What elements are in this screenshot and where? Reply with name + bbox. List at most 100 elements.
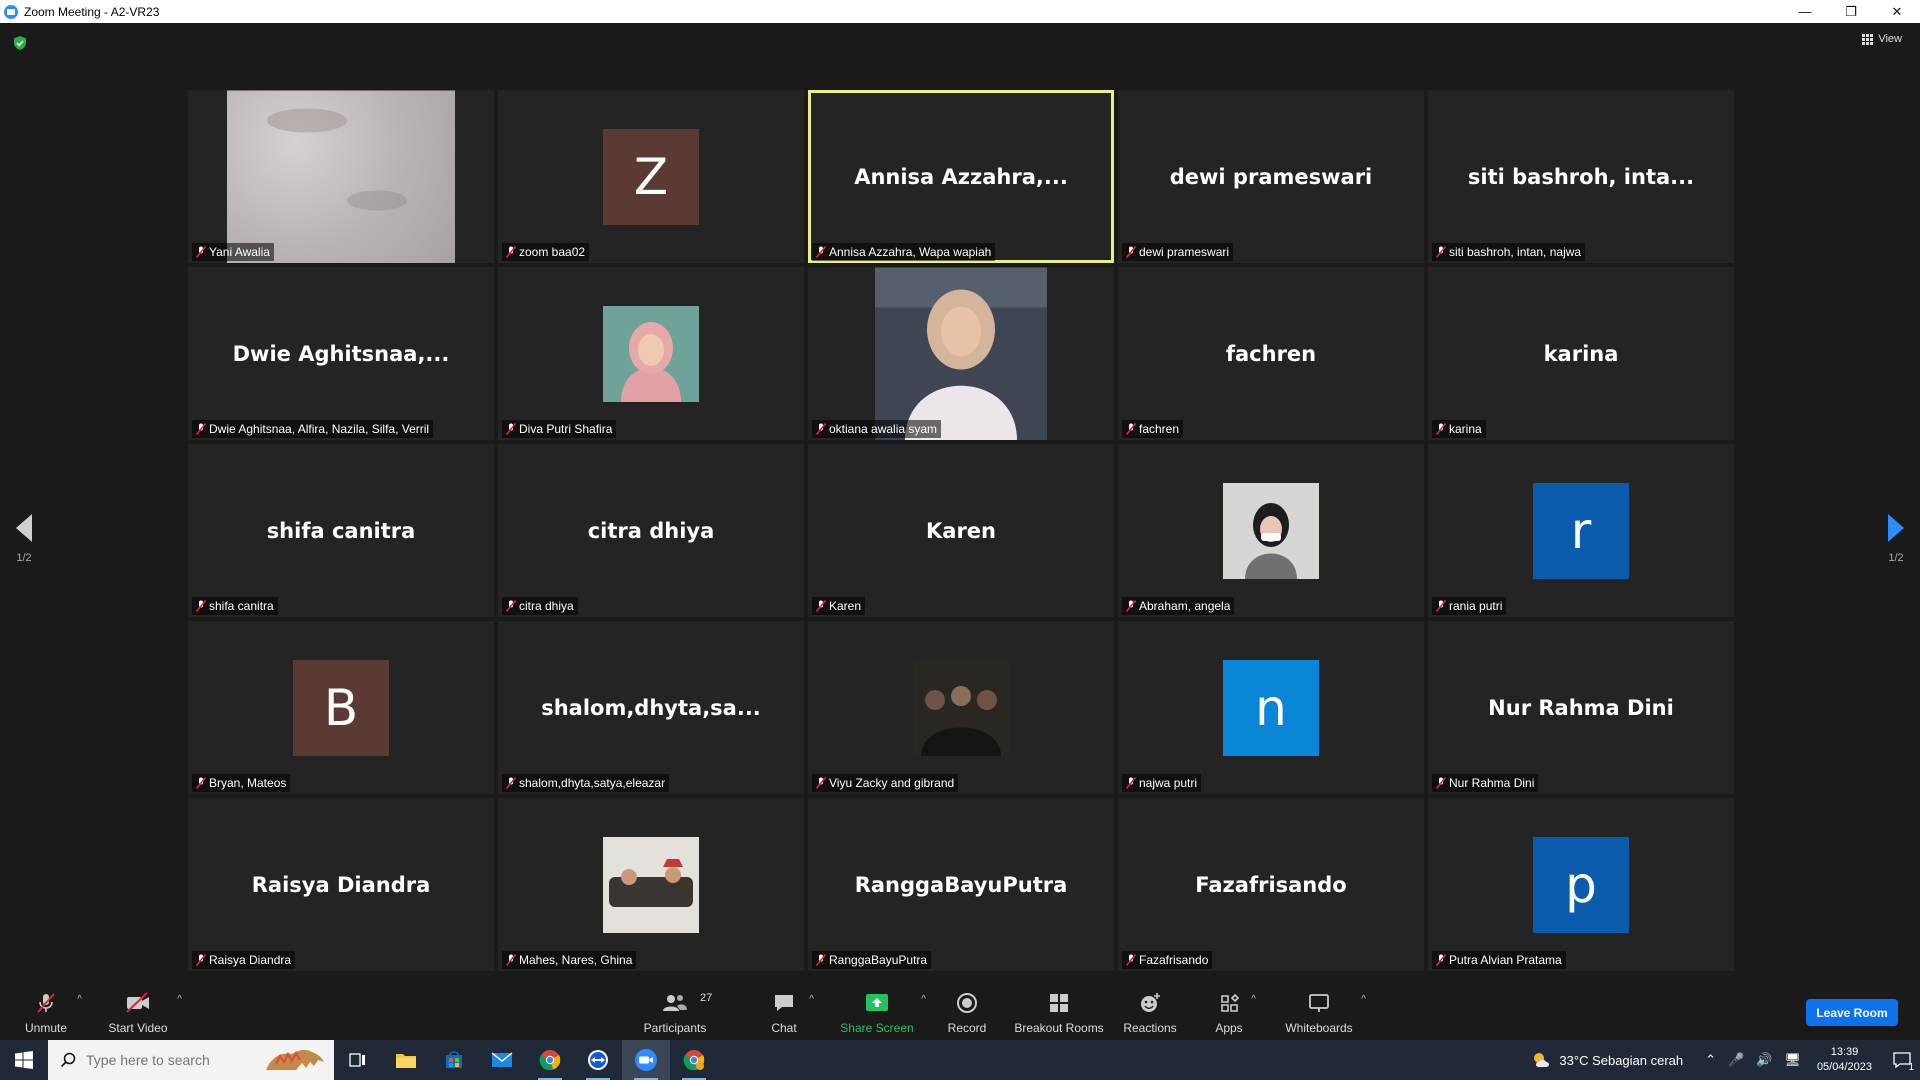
microsoft-store-button[interactable]	[430, 1040, 478, 1080]
participant-tile[interactable]: RanggaBayuPutra RanggaBayuPutra	[808, 798, 1114, 971]
muted-mic-icon	[1126, 777, 1136, 789]
muted-mic-icon	[816, 246, 826, 258]
record-icon	[954, 990, 980, 1016]
start-video-button[interactable]: Start Video ^	[106, 980, 182, 1040]
participant-tile[interactable]: Viyu Zacky and gibrand	[808, 621, 1114, 794]
muted-mic-icon	[196, 954, 206, 966]
participant-name: rania putri	[1449, 599, 1503, 613]
network-icon[interactable]: 🖥	[1784, 1052, 1801, 1068]
participants-button[interactable]: Participants 27	[640, 980, 713, 1040]
next-page-button[interactable]: 1/2	[1888, 514, 1904, 564]
whiteboards-button[interactable]: Whiteboards ^	[1284, 980, 1366, 1040]
participant-photo	[875, 267, 1047, 440]
participant-name: Viyu Zacky and gibrand	[829, 776, 955, 790]
participant-name-label: Mahes, Nares, Ghina	[502, 951, 637, 969]
participant-name: najwa putri	[1139, 776, 1198, 790]
participant-tile[interactable]: Raisya Diandra Raisya Diandra	[188, 798, 494, 971]
participant-tile[interactable]: citra dhiya citra dhiya	[498, 444, 804, 617]
participant-tile[interactable]: n najwa putri	[1118, 621, 1424, 794]
record-button[interactable]: Record	[944, 980, 990, 1040]
windows-taskbar: 33°C Sebagian cerah ⌃ 🎤 🔊 🖥 13:39 05/04/…	[0, 1040, 1920, 1080]
participant-tile[interactable]: Nur Rahma Dini Nur Rahma Dini	[1428, 621, 1734, 794]
share-screen-label: Share Screen	[840, 1021, 914, 1035]
notification-center-button[interactable]: 1	[1884, 1040, 1920, 1080]
audio-options-caret-icon[interactable]: ^	[77, 994, 82, 1005]
mail-button[interactable]	[478, 1040, 526, 1080]
zoom-taskbar-button[interactable]	[622, 1040, 670, 1080]
participant-tile[interactable]: Diva Putri Shafira	[498, 267, 804, 440]
whiteboards-options-caret-icon[interactable]: ^	[1361, 994, 1366, 1005]
speaker-icon[interactable]: 🔊	[1756, 1052, 1772, 1068]
participant-tile[interactable]: oktiana awalia syam	[808, 267, 1114, 440]
participant-display-name: siti bashroh, inta...	[1467, 164, 1695, 189]
participant-tile[interactable]: Fazafrisando Fazafrisando	[1118, 798, 1424, 971]
video-options-caret-icon[interactable]: ^	[177, 994, 182, 1005]
show-hidden-icons-icon[interactable]: ⌃	[1705, 1052, 1716, 1068]
participant-tile[interactable]: B Bryan, Mateos	[188, 621, 494, 794]
muted-mic-icon	[1436, 600, 1446, 612]
participant-name: karina	[1449, 422, 1482, 436]
window-controls: — ❐ ✕	[1782, 0, 1920, 23]
participant-name-label: fachren	[1122, 420, 1184, 438]
chat-options-caret-icon[interactable]: ^	[809, 994, 814, 1005]
view-button[interactable]: View	[1862, 33, 1902, 45]
search-input[interactable]	[86, 1052, 266, 1068]
windows-start-button[interactable]	[0, 1040, 48, 1080]
chrome-button[interactable]	[526, 1040, 574, 1080]
participant-photo	[913, 659, 1009, 756]
close-button[interactable]: ✕	[1874, 0, 1920, 23]
microphone-tray-icon[interactable]: 🎤	[1728, 1052, 1744, 1068]
weather-widget[interactable]: 33°C Sebagian cerah	[1531, 1051, 1683, 1069]
minimize-button[interactable]: —	[1782, 0, 1828, 23]
task-view-button[interactable]	[334, 1040, 382, 1080]
participant-tile[interactable]: Abraham, angela	[1118, 444, 1424, 617]
taskbar-clock[interactable]: 13:39 05/04/2023	[1817, 1045, 1872, 1075]
participant-tile[interactable]: shifa canitra shifa canitra	[188, 444, 494, 617]
participant-tile[interactable]: Yani Awalia	[188, 90, 494, 263]
participant-tile[interactable]: dewi prameswari dewi prameswari	[1118, 90, 1424, 263]
participant-tile[interactable]: Mahes, Nares, Ghina	[498, 798, 804, 971]
chrome-profile-button[interactable]	[670, 1040, 718, 1080]
teamviewer-button[interactable]	[574, 1040, 622, 1080]
participant-tile[interactable]: p Putra Alvian Pratama	[1428, 798, 1734, 971]
participant-tile[interactable]: Zzoom baa02	[498, 90, 804, 263]
participant-tile[interactable]: Karen Karen	[808, 444, 1114, 617]
muted-mic-icon	[196, 777, 206, 789]
muted-mic-icon	[33, 990, 59, 1016]
chat-icon	[771, 990, 797, 1016]
participant-tile[interactable]: Annisa Azzahra,... Annisa Azzahra, Wapa w…	[808, 90, 1114, 263]
participant-name-label: siti bashroh, intan, najwa	[1432, 243, 1586, 261]
clock-time: 13:39	[1830, 1046, 1859, 1058]
share-screen-button[interactable]: Share Screen ^	[840, 980, 926, 1040]
file-explorer-button[interactable]	[382, 1040, 430, 1080]
participant-display-name: Fazafrisando	[1195, 872, 1347, 897]
apps-button[interactable]: Apps ^	[1214, 980, 1256, 1040]
apps-options-caret-icon[interactable]: ^	[1251, 994, 1256, 1005]
participant-name: dewi prameswari	[1139, 245, 1230, 259]
participant-name: Karen	[829, 599, 862, 613]
unmute-button[interactable]: Unmute ^	[22, 980, 82, 1040]
taskbar-search[interactable]	[48, 1040, 334, 1080]
chat-button[interactable]: Chat ^	[766, 980, 814, 1040]
search-highlight-dinosaur-icon	[266, 1049, 324, 1070]
breakout-rooms-button[interactable]: Breakout Rooms	[1014, 980, 1104, 1040]
participant-tile[interactable]: fachren fachren	[1118, 267, 1424, 440]
participant-name-label: Nur Rahma Dini	[1432, 774, 1539, 792]
reactions-label: Reactions	[1123, 1021, 1177, 1035]
participant-tile[interactable]: siti bashroh, inta... siti bashroh, intan…	[1428, 90, 1734, 263]
participant-tile[interactable]: Dwie Aghitsnaa,... Dwie Aghitsnaa, Alfira…	[188, 267, 494, 440]
previous-page-button[interactable]: 1/2	[16, 514, 32, 564]
share-options-caret-icon[interactable]: ^	[921, 994, 926, 1005]
restore-button[interactable]: ❐	[1828, 0, 1874, 23]
participant-display-name: RanggaBayuPutra	[854, 872, 1068, 897]
participant-tile[interactable]: shalom,dhyta,sa... shalom,dhyta,satya,ele…	[498, 621, 804, 794]
participant-name: siti bashroh, intan, najwa	[1449, 245, 1582, 259]
clock-date: 05/04/2023	[1816, 1061, 1872, 1073]
muted-mic-icon	[1126, 954, 1136, 966]
encryption-shield-icon[interactable]	[12, 35, 28, 51]
reactions-button[interactable]: Reactions	[1122, 980, 1178, 1040]
participant-tile[interactable]: karina karina	[1428, 267, 1734, 440]
chrome-profile-icon	[683, 1050, 705, 1071]
participant-tile[interactable]: r rania putri	[1428, 444, 1734, 617]
leave-room-button[interactable]: Leave Room	[1806, 999, 1898, 1026]
